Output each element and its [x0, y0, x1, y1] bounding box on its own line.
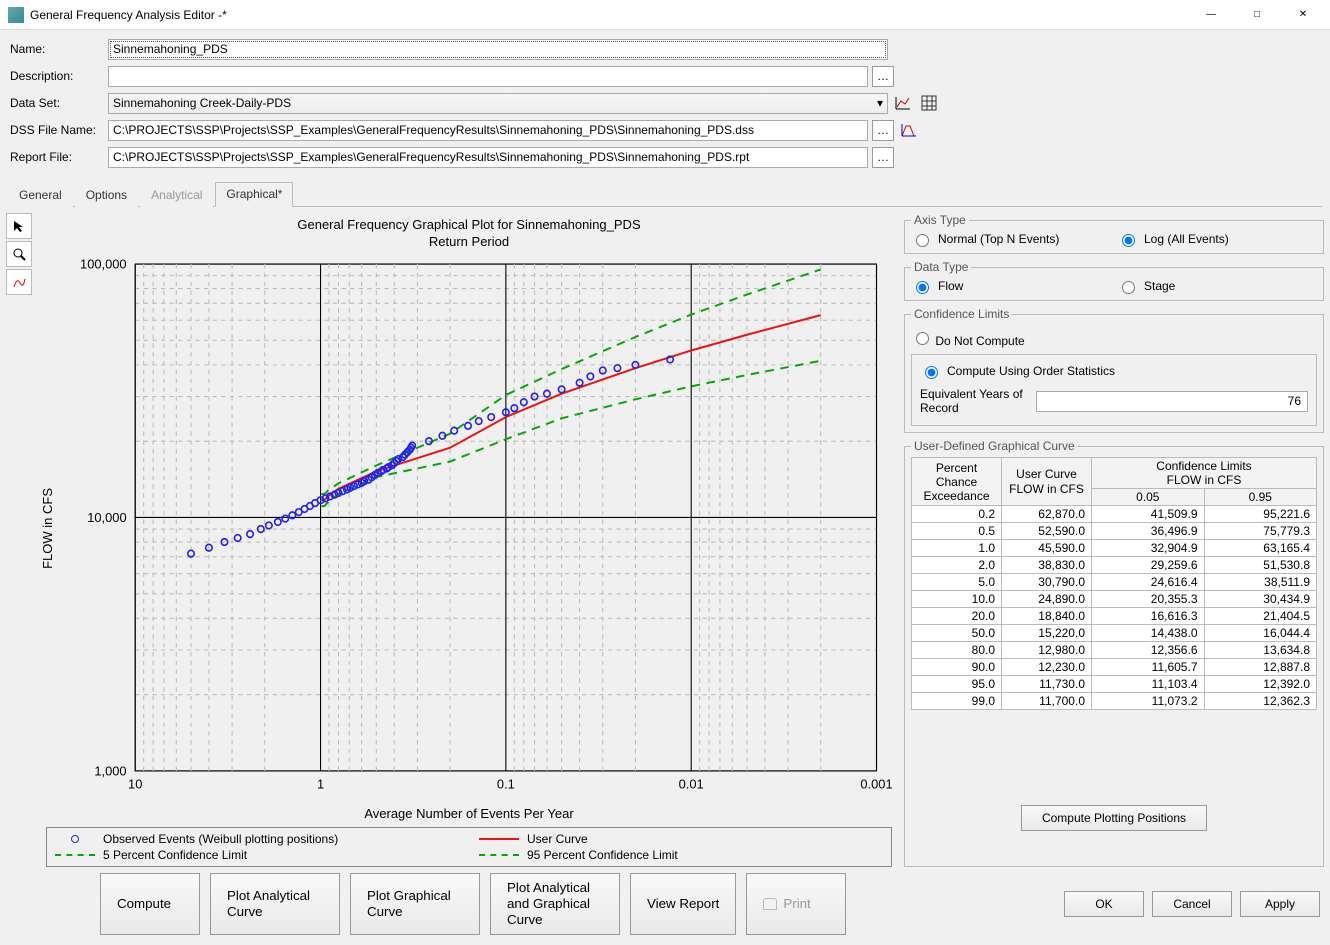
svg-text:10,000: 10,000 — [87, 510, 126, 525]
description-expand-button[interactable]: … — [872, 66, 894, 87]
svg-text:0.01: 0.01 — [679, 776, 704, 791]
print-icon — [763, 898, 777, 910]
plot-toolstrip — [6, 213, 34, 867]
table-row[interactable]: 1.045,590.032,904.963,165.4 — [912, 540, 1317, 557]
report-file-value: C:\PROJECTS\SSP\Projects\SSP_Examples\Ge… — [113, 150, 749, 164]
svg-text:1,000: 1,000 — [94, 763, 126, 778]
axis-type-legend: Axis Type — [911, 213, 969, 227]
ok-button[interactable]: OK — [1064, 891, 1144, 917]
table-row[interactable]: 99.011,700.011,073.212,362.3 — [912, 693, 1317, 710]
description-input[interactable] — [108, 66, 868, 87]
zoom-tool[interactable] — [6, 241, 32, 267]
confidence-limits-legend: Confidence Limits — [911, 307, 1012, 321]
legend-user-curve: User Curve — [479, 832, 883, 846]
minimize-button[interactable]: — — [1188, 0, 1234, 30]
plot-legend: Observed Events (Weibull plotting positi… — [46, 827, 892, 867]
description-label: Description: — [10, 69, 108, 83]
name-input[interactable] — [108, 39, 888, 60]
svg-text:100,000: 100,000 — [80, 256, 127, 271]
dss-file-label: DSS File Name: — [10, 123, 108, 137]
chart-title: General Frequency Graphical Plot for Sin… — [40, 217, 898, 232]
graphical-tab-panel: General Frequency Graphical Plot for Sin… — [0, 207, 1330, 867]
tab-options[interactable]: Options — [75, 183, 138, 207]
table-row[interactable]: 80.012,980.012,356.613,634.8 — [912, 642, 1317, 659]
dataset-value: Sinnemahoning Creek-Daily-PDS — [113, 96, 291, 110]
th-c95: 0.95 — [1204, 489, 1317, 506]
dss-file-value: C:\PROJECTS\SSP\Projects\SSP_Examples\Ge… — [113, 123, 754, 137]
report-browse-button[interactable]: … — [872, 147, 894, 168]
dataset-label: Data Set: — [10, 96, 108, 110]
confidence-limits-group: Confidence Limits Do Not Compute Compute… — [904, 307, 1324, 433]
tab-graphical[interactable]: Graphical* — [215, 182, 293, 207]
title-bar: General Frequency Analysis Editor -* — □… — [0, 0, 1330, 30]
equivalent-years-label: Equivalent Years of Record — [920, 387, 1028, 415]
table-row[interactable]: 90.012,230.011,605.712,887.8 — [912, 659, 1317, 676]
table-row[interactable]: 50.015,220.014,438.016,044.4 — [912, 625, 1317, 642]
th-percent: Percent Chance Exceedance — [912, 458, 1002, 506]
user-curve-legend: User-Defined Graphical Curve — [911, 439, 1078, 453]
table-row[interactable]: 0.552,590.036,496.975,779.3 — [912, 523, 1317, 540]
legend-observed: Observed Events (Weibull plotting positi… — [55, 832, 459, 846]
chevron-down-icon: ▾ — [877, 96, 883, 110]
table-row[interactable]: 5.030,790.024,616.438,511.9 — [912, 574, 1317, 591]
distribution-icon[interactable] — [898, 120, 920, 141]
th-usercurve: User CurveFLOW in CFS — [1002, 458, 1092, 506]
data-type-stage-radio[interactable]: Stage — [1117, 278, 1317, 294]
table-row[interactable]: 2.038,830.029,259.651,530.8 — [912, 557, 1317, 574]
apply-button[interactable]: Apply — [1240, 891, 1320, 917]
name-label: Name: — [10, 42, 108, 56]
svg-text:0.1: 0.1 — [497, 776, 515, 791]
svg-text:0.001: 0.001 — [860, 776, 892, 791]
table-row[interactable]: 95.011,730.011,103.412,392.0 — [912, 676, 1317, 693]
compute-plotting-positions-button[interactable]: Compute Plotting Positions — [1021, 805, 1207, 831]
maximize-button[interactable]: □ — [1234, 0, 1280, 30]
tab-bar: General Options Analytical Graphical* — [8, 181, 1322, 207]
equivalent-years-input[interactable] — [1036, 391, 1308, 412]
conf-compute-box: Compute Using Order Statistics Equivalen… — [911, 354, 1317, 426]
chart-pane: General Frequency Graphical Plot for Sin… — [40, 213, 898, 867]
user-curve-group: User-Defined Graphical Curve Percent Cha… — [904, 439, 1324, 867]
svg-text:10: 10 — [128, 776, 142, 791]
plot-dataset-icon[interactable] — [892, 93, 914, 114]
user-curve-table-wrap: Percent Chance Exceedance User CurveFLOW… — [911, 457, 1317, 797]
legend-ci5: 5 Percent Confidence Limit — [55, 848, 459, 862]
axis-type-log-radio[interactable]: Log (All Events) — [1117, 231, 1317, 247]
dss-browse-button[interactable]: … — [872, 120, 894, 141]
svg-text:1: 1 — [317, 776, 324, 791]
table-row[interactable]: 20.018,840.016,616.321,404.5 — [912, 608, 1317, 625]
cancel-button[interactable]: Cancel — [1152, 891, 1232, 917]
form-area: Name: Description: … Data Set: Sinnemaho… — [0, 30, 1330, 177]
y-axis-label: FLOW in CFS — [40, 488, 60, 569]
conf-do-not-compute-radio[interactable]: Do Not Compute — [911, 329, 1025, 348]
conf-order-stats-radio[interactable]: Compute Using Order Statistics — [920, 363, 1308, 379]
table-row[interactable]: 10.024,890.020,355.330,434.9 — [912, 591, 1317, 608]
x-axis-label: Average Number of Events Per Year — [40, 806, 898, 821]
table-row[interactable]: 0.262,870.041,509.995,221.6 — [912, 506, 1317, 523]
curve-tool[interactable] — [6, 269, 32, 295]
dataset-combo[interactable]: Sinnemahoning Creek-Daily-PDS ▾ — [108, 93, 888, 114]
axis-type-normal-radio[interactable]: Normal (Top N Events) — [911, 231, 1111, 247]
data-type-legend: Data Type — [911, 260, 971, 274]
close-button[interactable]: ✕ — [1280, 0, 1326, 30]
bottom-button-bar: Compute Plot Analytical Curve Plot Graph… — [0, 867, 1330, 945]
controls-panel: Axis Type Normal (Top N Events) Log (All… — [904, 213, 1324, 867]
data-type-flow-radio[interactable]: Flow — [911, 278, 1111, 294]
user-curve-table[interactable]: Percent Chance Exceedance User CurveFLOW… — [911, 457, 1317, 710]
window-title: General Frequency Analysis Editor -* — [30, 8, 1188, 22]
tab-analytical: Analytical — [140, 183, 213, 207]
frequency-plot[interactable]: 100,000 10,000 1,00010 1 0.1 0.01 0.001 — [60, 253, 898, 804]
tabulate-dataset-icon[interactable] — [918, 93, 940, 114]
pointer-tool[interactable] — [6, 213, 32, 239]
report-file-label: Report File: — [10, 150, 108, 164]
th-c05: 0.05 — [1092, 489, 1205, 506]
legend-ci95: 95 Percent Confidence Limit — [479, 848, 883, 862]
tab-general[interactable]: General — [8, 183, 73, 207]
chart-subtitle: Return Period — [40, 234, 898, 249]
app-icon — [8, 7, 24, 23]
th-conf: Confidence LimitsFLOW in CFS — [1092, 458, 1317, 489]
data-type-group: Data Type Flow Stage — [904, 260, 1324, 301]
axis-type-group: Axis Type Normal (Top N Events) Log (All… — [904, 213, 1324, 254]
